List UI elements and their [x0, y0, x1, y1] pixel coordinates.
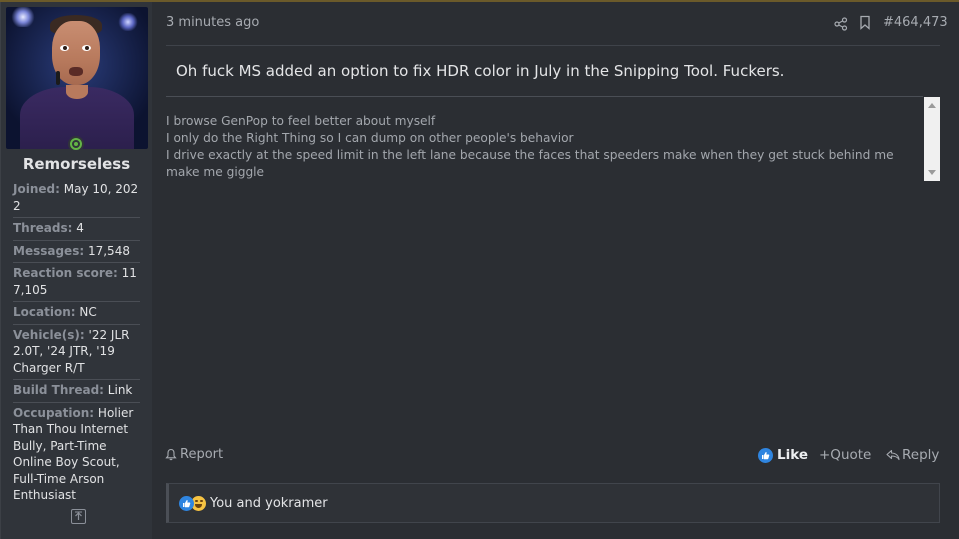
scroll-down-arrow-icon[interactable] [928, 170, 936, 175]
reactions-text[interactable]: You and yokramer [210, 496, 328, 511]
reaction-icons [179, 495, 206, 511]
like-label: Like [777, 447, 809, 463]
signature-divider [166, 96, 923, 97]
reply-button[interactable]: Reply [886, 447, 939, 463]
online-status-icon [68, 136, 84, 152]
stat-vehicles: Vehicle(s): '22 JLR 2.0T, '24 JTR, '19 C… [13, 325, 140, 380]
user-stats: Joined: May 10, 2022 Threads: 4 Messages… [13, 179, 140, 507]
scroll-up-arrow-icon[interactable] [928, 103, 936, 108]
stat-joined: Joined: May 10, 2022 [13, 179, 140, 218]
scroll-top-icon[interactable] [71, 509, 86, 524]
signature-line: I drive exactly at the speed limit in th… [166, 148, 894, 179]
quote-button[interactable]: +Quote [819, 447, 871, 463]
thumbs-up-icon [758, 447, 773, 463]
like-reaction-icon [179, 495, 194, 511]
username[interactable]: Remorseless [1, 155, 152, 173]
signature-line: I only do the Right Thing so I can dump … [166, 131, 574, 145]
stat-threads: Threads: 4 [13, 218, 140, 241]
signature-line: I browse GenPop to feel better about mys… [166, 114, 436, 128]
post-message: Oh fuck MS added an option to fix HDR co… [176, 62, 785, 80]
like-button[interactable]: Like [758, 447, 808, 463]
reply-label: Reply [902, 447, 940, 463]
avatar[interactable] [6, 7, 148, 149]
signature: I browse GenPop to feel better about mys… [166, 113, 922, 181]
reactions-bar[interactable]: You and yokramer [166, 483, 940, 523]
report-label: Report [180, 447, 224, 462]
bell-icon [165, 448, 177, 461]
header-divider [166, 45, 940, 46]
report-button[interactable]: Report [165, 447, 223, 462]
reply-arrow-icon [886, 449, 900, 461]
bookmark-icon[interactable] [859, 15, 871, 30]
stat-location: Location: NC [13, 302, 140, 325]
stat-reaction-score: Reaction score: 117,105 [13, 263, 140, 302]
stat-occupation: Occupation: Holier Than Thou Internet Bu… [13, 405, 134, 503]
signature-scrollbar[interactable] [924, 97, 940, 181]
user-sidebar: Remorseless Joined: May 10, 2022 Threads… [1, 2, 152, 539]
post-number-link[interactable]: #464,473 [883, 15, 948, 30]
stat-build-thread: Build Thread: Link [13, 380, 140, 403]
build-thread-link[interactable]: Link [108, 383, 133, 397]
stat-messages: Messages: 17,548 [13, 241, 140, 263]
post-timestamp[interactable]: 3 minutes ago [166, 15, 259, 30]
share-icon[interactable] [834, 16, 848, 31]
